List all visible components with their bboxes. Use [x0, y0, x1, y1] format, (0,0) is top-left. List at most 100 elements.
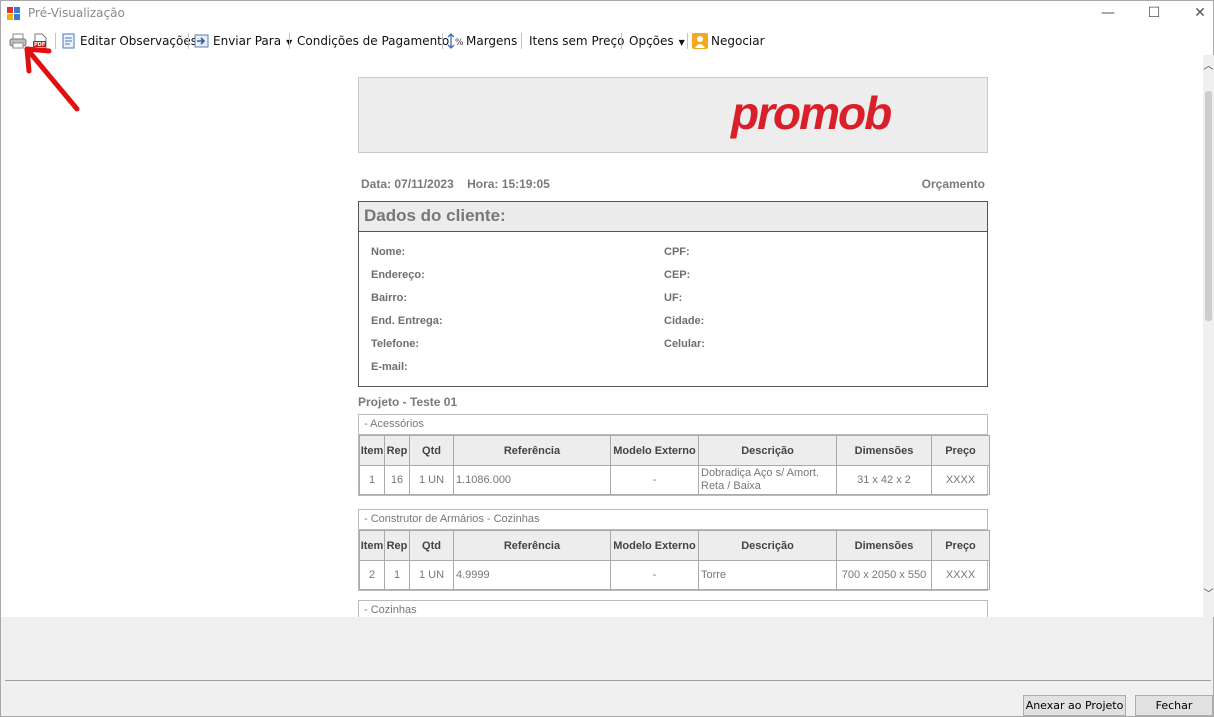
edit-notes-button[interactable]: Editar Observações: [80, 27, 197, 55]
client-data-box: Dados do cliente: Nome: Endereço: Bairro…: [358, 201, 988, 387]
logo-banner: promob: [358, 77, 988, 153]
scroll-down-icon[interactable]: ﹀: [1203, 585, 1214, 600]
section-title: - Acessórios: [359, 415, 987, 435]
col-price: Preço: [931, 435, 990, 466]
cell-item: 2: [359, 560, 385, 590]
field-uf: UF:: [664, 292, 683, 304]
toolbar-separator: [521, 33, 522, 49]
col-description: Descrição: [698, 530, 837, 561]
cell-reference: 1.1086.000: [453, 465, 611, 495]
field-email: E-mail:: [371, 361, 408, 373]
project-title: Projeto - Teste 01: [358, 395, 458, 409]
margins-icon: %: [447, 33, 464, 49]
field-phone: Telefone:: [371, 338, 420, 350]
cell-qtd: 1 UN: [409, 560, 454, 590]
red-arrow-annotation: [24, 46, 80, 112]
field-delivery-address: End. Entrega:: [371, 315, 443, 327]
col-description: Descrição: [698, 435, 837, 466]
payment-terms-button[interactable]: Condições de Pagamento: [297, 27, 449, 55]
cell-reference: 4.9999: [453, 560, 611, 590]
items-without-price-button[interactable]: Itens sem Preço: [529, 27, 624, 55]
document-time: Hora: 15:19:05: [467, 177, 550, 191]
col-item: Item: [359, 435, 385, 466]
send-to-label: Enviar Para: [213, 34, 282, 48]
toolbar-separator: [289, 33, 290, 49]
field-neighborhood: Bairro:: [371, 292, 408, 304]
table-header-row: Item Rep Qtd Referência Modelo Externo D…: [359, 435, 990, 466]
field-address: Endereço:: [371, 269, 425, 281]
window-title: Pré-Visualização: [28, 6, 125, 20]
field-city: Cidade:: [664, 315, 705, 327]
title-bar: Pré-Visualização — ☐ ✕: [1, 1, 1213, 27]
col-qtd: Qtd: [409, 435, 454, 466]
close-window-button[interactable]: ✕: [1177, 1, 1214, 27]
items-table: Item Rep Qtd Referência Modelo Externo D…: [359, 530, 990, 590]
toolbar: PDF Editar Observações Enviar Para▼ Cond…: [1, 27, 1213, 55]
options-dropdown[interactable]: Opções ▼: [629, 27, 685, 55]
footer-divider: [5, 680, 1211, 681]
close-button[interactable]: Fechar: [1135, 695, 1213, 716]
section-cabinet-builder: - Construtor de Armários - Cozinhas Item…: [358, 509, 990, 591]
col-reference: Referência: [453, 530, 611, 561]
promob-logo: promob: [731, 87, 892, 139]
cell-item: 1: [359, 465, 385, 495]
toolbar-separator: [442, 33, 443, 49]
document-type: Orçamento: [921, 177, 985, 191]
col-external-model: Modelo Externo: [610, 530, 699, 561]
section-kitchens: - Cozinhas: [358, 600, 988, 617]
col-dimensions: Dimensões: [836, 435, 932, 466]
attach-to-project-button[interactable]: Anexar ao Projeto: [1023, 695, 1126, 716]
minimize-button[interactable]: —: [1085, 1, 1131, 27]
col-reference: Referência: [453, 435, 611, 466]
table-header-row: Item Rep Qtd Referência Modelo Externo D…: [359, 530, 990, 561]
cell-dimensions: 31 x 42 x 2: [836, 465, 932, 495]
section-accessories: - Acessórios Item Rep Qtd Referência Mod…: [358, 414, 990, 496]
document-date: Data: 07/11/2023: [361, 177, 454, 191]
margins-button[interactable]: Margens: [466, 27, 517, 55]
cell-price: XXXX: [931, 465, 990, 495]
send-to-icon: [194, 33, 210, 49]
maximize-button[interactable]: ☐: [1131, 1, 1177, 27]
svg-text:%: %: [455, 38, 463, 48]
table-row: 2 1 1 UN 4.9999 - Torre 700 x 2050 x 550…: [359, 560, 990, 590]
send-to-dropdown[interactable]: Enviar Para▼: [213, 27, 292, 55]
items-table: Item Rep Qtd Referência Modelo Externo D…: [359, 435, 990, 495]
scrollbar-thumb[interactable]: [1205, 91, 1212, 321]
options-label: Opções: [629, 34, 674, 48]
document-meta: Data: 07/11/2023 Hora: 15:19:05 Orçament…: [361, 177, 985, 191]
cell-dimensions: 700 x 2050 x 550: [836, 560, 932, 590]
field-name: Nome:: [371, 246, 406, 258]
chevron-down-icon: ▼: [678, 38, 685, 47]
scroll-up-icon[interactable]: ︿: [1203, 57, 1214, 72]
section-title: - Construtor de Armários - Cozinhas: [359, 510, 987, 530]
cell-rep: 16: [384, 465, 410, 495]
print-preview-window: Pré-Visualização — ☐ ✕ PDF Editar Observ…: [0, 0, 1214, 717]
cell-external-model: -: [610, 560, 699, 590]
toolbar-separator: [621, 33, 622, 49]
col-qtd: Qtd: [409, 530, 454, 561]
client-data-header: Dados do cliente:: [359, 202, 987, 232]
col-rep: Rep: [384, 435, 410, 466]
toolbar-separator: [687, 33, 688, 49]
toolbar-separator: [188, 33, 189, 49]
col-dimensions: Dimensões: [836, 530, 932, 561]
cell-external-model: -: [610, 465, 699, 495]
section-title: - Cozinhas: [359, 601, 987, 617]
cell-rep: 1: [384, 560, 410, 590]
field-cpf: CPF:: [664, 246, 690, 258]
cell-description: Dobradiça Aço s/ Amort. Reta / Baixa: [698, 465, 837, 495]
field-cep: CEP:: [664, 269, 691, 281]
app-icon: [7, 7, 21, 21]
col-price: Preço: [931, 530, 990, 561]
field-cellphone: Celular:: [664, 338, 705, 350]
vertical-scrollbar[interactable]: ︿ ﹀: [1203, 55, 1214, 617]
cell-qtd: 1 UN: [409, 465, 454, 495]
table-row: 1 16 1 UN 1.1086.000 - Dobradiça Aço s/ …: [359, 465, 990, 495]
user-icon: [692, 33, 708, 49]
col-external-model: Modelo Externo: [610, 435, 699, 466]
col-item: Item: [359, 530, 385, 561]
negotiate-button[interactable]: Negociar: [711, 27, 765, 55]
cell-price: XXXX: [931, 560, 990, 590]
col-rep: Rep: [384, 530, 410, 561]
preview-area[interactable]: promob Data: 07/11/2023 Hora: 15:19:05 O…: [1, 55, 1203, 617]
